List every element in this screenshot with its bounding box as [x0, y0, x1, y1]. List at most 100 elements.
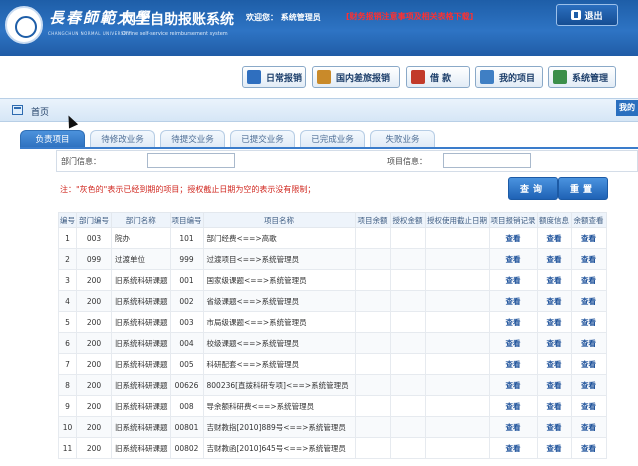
- cell-proj-code: 008: [169, 395, 204, 417]
- cell-empty: [424, 227, 490, 249]
- view-balance-link[interactable]: 查看: [581, 297, 596, 306]
- cell-empty: [389, 437, 426, 459]
- cell-dept-code: 200: [76, 311, 112, 333]
- dept-filter-label: 部门信息：: [61, 157, 101, 166]
- cell-action: 查看: [536, 353, 572, 375]
- system-management-button[interactable]: 系统管理: [548, 66, 616, 88]
- view-quota-link[interactable]: 查看: [547, 234, 562, 243]
- view-balance-link[interactable]: 查看: [581, 360, 596, 369]
- view-quota-link[interactable]: 查看: [547, 339, 562, 348]
- view-quota-link[interactable]: 查看: [547, 297, 562, 306]
- business-tabs: 负责项目 待修改业务 待提交业务 已提交业务 已完成业务 失败业务: [20, 130, 435, 147]
- expiry-hint: 注："灰色的"表示已经到期的项目；授权截止日期为空的表示没有限制；: [60, 185, 316, 194]
- folder-icon: [480, 70, 494, 84]
- logout-button[interactable]: 退出: [556, 4, 618, 26]
- notice-link[interactable]: [财务报销注意事项及相关表格下载]: [346, 11, 473, 22]
- cell-proj-name: 导余额科研费<==>系统管理员: [202, 395, 356, 417]
- cell-dept-name: 旧系统科研课题: [111, 353, 171, 375]
- tab-completed[interactable]: 已完成业务: [300, 130, 365, 147]
- app-root: 長春師範大學 CHANGCHUN NORMAL UNIVERSITY 网上自助报…: [0, 0, 638, 466]
- cell-action: 查看: [570, 290, 607, 312]
- cell-proj-code: 002: [169, 290, 204, 312]
- cell-no: 11: [58, 437, 77, 459]
- view-records-link[interactable]: 查看: [506, 444, 521, 453]
- cell-empty: [389, 395, 426, 417]
- cell-action: 查看: [488, 437, 538, 459]
- cell-dept-name: 旧系统科研课题: [111, 290, 171, 312]
- view-balance-link[interactable]: 查看: [581, 255, 596, 264]
- view-quota-link[interactable]: 查看: [547, 444, 562, 453]
- location-bar: 首页: [0, 98, 638, 122]
- travel-reimbursement-button[interactable]: 国内差旅报销: [312, 66, 400, 88]
- cell-action: 查看: [488, 227, 538, 249]
- loan-button[interactable]: 借 款: [406, 66, 470, 88]
- cell-action: 查看: [570, 332, 607, 354]
- view-records-link[interactable]: 查看: [506, 360, 521, 369]
- university-name-en: CHANGCHUN NORMAL UNIVERSITY: [48, 31, 132, 36]
- tab-pending-submission[interactable]: 待提交业务: [160, 130, 225, 147]
- cell-dept-name: 旧系统科研课题: [111, 395, 171, 417]
- view-quota-link[interactable]: 查看: [547, 360, 562, 369]
- view-quota-link[interactable]: 查看: [547, 276, 562, 285]
- cell-proj-name: 吉财教函[2010]645号<==>系统管理员: [202, 437, 356, 459]
- tab-pending-modification[interactable]: 待修改业务: [90, 130, 155, 147]
- reset-button[interactable]: 重置: [558, 177, 608, 200]
- cell-empty: [354, 374, 391, 396]
- daily-reimbursement-button[interactable]: 日常报销: [242, 66, 306, 88]
- cell-no: 2: [58, 248, 77, 270]
- cell-proj-name: 吉财教指[2010]889号<==>系统管理员: [202, 416, 356, 438]
- view-balance-link[interactable]: 查看: [581, 339, 596, 348]
- cell-no: 1: [58, 227, 77, 249]
- project-filter-label: 项目信息：: [387, 157, 427, 166]
- cell-dept-name: 旧系统科研课题: [111, 269, 171, 291]
- my-projects-button[interactable]: 我的项目: [475, 66, 543, 88]
- view-quota-link[interactable]: 查看: [547, 402, 562, 411]
- cell-no: 8: [58, 374, 77, 396]
- view-records-link[interactable]: 查看: [506, 402, 521, 411]
- cell-no: 10: [58, 416, 77, 438]
- cell-proj-name: 校级课题<==>系统管理员: [202, 332, 356, 354]
- view-records-link[interactable]: 查看: [506, 339, 521, 348]
- view-balance-link[interactable]: 查看: [581, 423, 596, 432]
- cell-dept-code: 200: [76, 332, 112, 354]
- car-icon: [317, 70, 331, 84]
- view-records-link[interactable]: 查看: [506, 318, 521, 327]
- cell-dept-name: 过渡单位: [111, 248, 171, 270]
- cell-action: 查看: [488, 290, 538, 312]
- money-icon: [411, 70, 425, 84]
- tab-failed[interactable]: 失败业务: [370, 130, 435, 147]
- cell-dept-code: 200: [76, 290, 112, 312]
- view-records-link[interactable]: 查看: [506, 297, 521, 306]
- view-balance-link[interactable]: 查看: [581, 234, 596, 243]
- travel-reimbursement-label: 国内差旅报销: [336, 73, 391, 84]
- system-title: 网上自助报账系统: [122, 12, 234, 28]
- my-tab-edge[interactable]: 我的: [616, 100, 638, 116]
- tab-submitted[interactable]: 已提交业务: [230, 130, 295, 147]
- dept-filter-input[interactable]: [147, 153, 235, 168]
- cell-action: 查看: [570, 353, 607, 375]
- view-balance-link[interactable]: 查看: [581, 276, 596, 285]
- view-quota-link[interactable]: 查看: [547, 318, 562, 327]
- view-records-link[interactable]: 查看: [506, 255, 521, 264]
- view-balance-link[interactable]: 查看: [581, 318, 596, 327]
- view-balance-link[interactable]: 查看: [581, 444, 596, 453]
- view-balance-link[interactable]: 查看: [581, 402, 596, 411]
- daily-reimbursement-label: 日常报销: [266, 73, 303, 84]
- view-records-link[interactable]: 查看: [506, 234, 521, 243]
- view-quota-link[interactable]: 查看: [547, 381, 562, 390]
- cell-proj-code: 00626: [169, 374, 204, 396]
- view-records-link[interactable]: 查看: [506, 423, 521, 432]
- cell-empty: [354, 437, 391, 459]
- view-quota-link[interactable]: 查看: [547, 423, 562, 432]
- cell-empty: [389, 353, 426, 375]
- view-balance-link[interactable]: 查看: [581, 381, 596, 390]
- view-records-link[interactable]: 查看: [506, 276, 521, 285]
- query-button[interactable]: 查询: [508, 177, 558, 200]
- view-quota-link[interactable]: 查看: [547, 255, 562, 264]
- view-records-link[interactable]: 查看: [506, 381, 521, 390]
- table-header-row: 编号 部门编号 部门名称 项目编号 项目名称 项目余额 授权金额 授权使用截止日…: [58, 212, 607, 228]
- home-tab[interactable]: 首页: [31, 105, 49, 118]
- project-filter-input[interactable]: [443, 153, 531, 168]
- cell-action: 查看: [536, 290, 572, 312]
- tab-responsible-projects[interactable]: 负责项目: [20, 130, 85, 147]
